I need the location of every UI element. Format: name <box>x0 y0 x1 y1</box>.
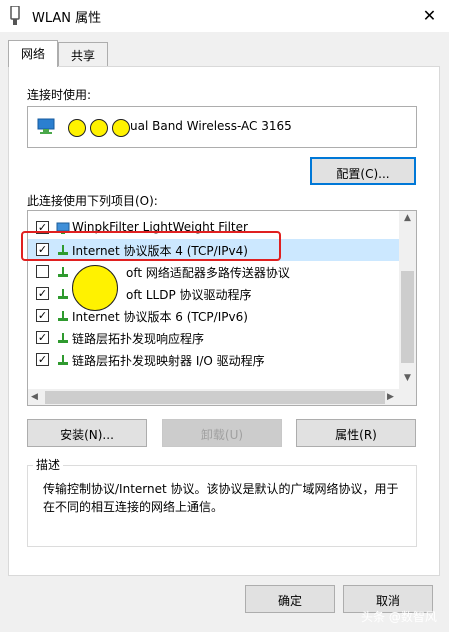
tab-label: 共享 <box>70 49 95 63</box>
vertical-scrollbar[interactable]: ▲ ▼ <box>399 211 416 389</box>
redaction-circle <box>72 265 118 311</box>
tab-label: 网络 <box>20 47 45 61</box>
tab-sharing[interactable]: 共享 <box>58 42 108 66</box>
item-checkbox[interactable]: ✓ <box>36 331 49 344</box>
redaction-dot <box>68 119 86 137</box>
watermark: 头条 @数智风 <box>361 610 437 624</box>
properties-label: 属性(R) <box>335 428 377 442</box>
adapter-name: ual Band Wireless-AC 3165 <box>130 119 292 133</box>
item-checkbox[interactable]: ✓ <box>36 309 49 322</box>
scroll-thumb[interactable] <box>401 271 414 363</box>
redaction-dot <box>112 119 130 137</box>
protocol-icon <box>58 289 68 299</box>
tab-network[interactable]: 网络 <box>8 40 58 67</box>
scroll-right-icon[interactable]: ▶ <box>387 392 394 402</box>
description-legend: 描述 <box>33 456 64 473</box>
list-item[interactable]: ✓ 链路层拓扑发现映射器 I/O 驱动程序 <box>28 349 400 371</box>
item-checkbox[interactable]: ✓ <box>36 353 49 366</box>
item-checkbox[interactable] <box>36 265 49 278</box>
window-title: WLAN 属性 <box>32 11 102 26</box>
scroll-thumb[interactable] <box>45 391 385 404</box>
adapter-box: ual Band Wireless-AC 3165 <box>27 106 417 148</box>
cancel-label: 取消 <box>375 594 400 608</box>
ok-button[interactable]: 确定 <box>245 585 335 613</box>
wifi-adapter-icon <box>10 6 20 25</box>
configure-button[interactable]: 配置(C)... <box>310 157 416 185</box>
connect-using-label: 连接时使用: <box>27 88 92 102</box>
protocol-icon <box>58 267 68 277</box>
annotation-highlight-frame <box>21 231 281 261</box>
uninstall-button[interactable]: 卸载(U) <box>162 419 282 447</box>
properties-button[interactable]: 属性(R) <box>296 419 416 447</box>
item-label: oft LLDP 协议驱动程序 <box>126 288 252 302</box>
ok-label: 确定 <box>277 594 302 608</box>
item-checkbox[interactable]: ✓ <box>36 287 49 300</box>
protocol-icon <box>58 333 68 343</box>
close-button[interactable]: ✕ <box>410 0 449 32</box>
scroll-left-icon[interactable]: ◀ <box>31 392 38 402</box>
description-text: 传输控制协议/Internet 协议。该协议是默认的广域网络协议，用于在不同的相… <box>43 482 399 514</box>
items-label: 此连接使用下列项目(O): <box>27 194 158 208</box>
title-bar: WLAN 属性 ✕ <box>0 0 449 32</box>
install-label: 安装(N)... <box>60 428 114 442</box>
scroll-up-icon[interactable]: ▲ <box>399 213 416 223</box>
configure-label: 配置(C)... <box>336 167 390 181</box>
uninstall-label: 卸载(U) <box>200 428 244 442</box>
scroll-down-icon[interactable]: ▼ <box>399 373 416 383</box>
item-label: oft 网络适配器多路传送器协议 <box>126 266 290 280</box>
close-icon: ✕ <box>422 6 437 25</box>
protocol-icon <box>58 311 68 321</box>
item-label: 链路层拓扑发现映射器 I/O 驱动程序 <box>72 354 265 368</box>
horizontal-scrollbar[interactable]: ◀ ▶ <box>28 389 416 405</box>
install-button[interactable]: 安装(N)... <box>27 419 147 447</box>
item-label: 链路层拓扑发现响应程序 <box>72 332 205 346</box>
redaction-dot <box>90 119 108 137</box>
protocol-icon <box>58 355 68 365</box>
network-adapter-icon <box>37 118 55 134</box>
list-item[interactable]: ✓ 链路层拓扑发现响应程序 <box>28 327 400 349</box>
